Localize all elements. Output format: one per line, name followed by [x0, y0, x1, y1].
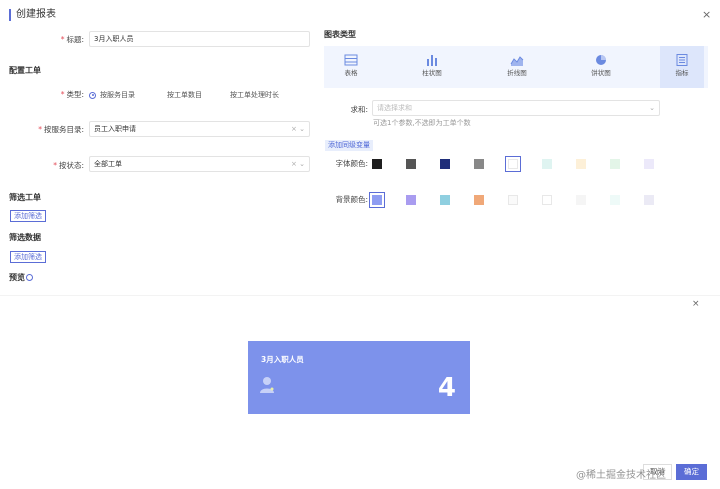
clear-chevron-icon[interactable]: × ⌄ — [291, 157, 305, 171]
filter-data-section-title: 筛选数据 — [9, 233, 41, 242]
font-color-swatch[interactable] — [610, 159, 620, 169]
clear-chevron-icon[interactable]: × ⌄ — [291, 122, 305, 136]
radio-icon[interactable] — [156, 92, 163, 99]
status-label: * 按状态: — [53, 161, 84, 170]
chevron-down-icon[interactable]: ⌄ — [649, 101, 655, 115]
font-color-swatch[interactable] — [372, 159, 382, 169]
bg-color-swatch[interactable] — [644, 195, 654, 205]
sum-hint: 可选1个参数,不选即为工单个数 — [373, 119, 471, 127]
divider — [0, 295, 720, 296]
font-color-swatch[interactable] — [576, 159, 586, 169]
chart-type-metric[interactable]: 指标 — [660, 46, 704, 88]
chart-type-line[interactable]: 折线图 — [494, 46, 540, 77]
status-select[interactable]: 全部工单 × ⌄ — [89, 156, 310, 172]
metric-card-value: 4 — [437, 373, 456, 403]
chart-type-section-title: 图表类型 — [324, 30, 356, 39]
dialog-title: 创建报表 — [16, 9, 56, 20]
chart-type-pie[interactable]: 饼状图 — [578, 46, 624, 77]
add-filter-button-2[interactable]: 添加筛选 — [10, 251, 46, 263]
radio-icon[interactable] — [89, 91, 96, 99]
bg-color-swatch[interactable] — [440, 195, 450, 205]
title-label: * 标题: — [60, 35, 84, 44]
font-color-swatch[interactable] — [474, 159, 484, 169]
preview-label: 预览 — [9, 273, 33, 283]
bg-color-swatch[interactable] — [369, 192, 385, 208]
bg-color-swatch[interactable] — [508, 195, 518, 205]
font-color-swatches — [372, 156, 672, 172]
user-icon — [260, 377, 274, 393]
pie-chart-icon — [596, 55, 606, 65]
font-color-swatch[interactable] — [440, 159, 450, 169]
bg-color-swatch[interactable] — [474, 195, 484, 205]
type-option-catalog[interactable]: 按服务目录 — [89, 90, 135, 100]
metric-card-title: 3月入职人员 — [261, 355, 304, 364]
font-color-swatch[interactable] — [406, 159, 416, 169]
radio-icon[interactable] — [219, 92, 226, 99]
bg-color-swatch[interactable] — [542, 195, 552, 205]
font-color-swatch[interactable] — [505, 156, 521, 172]
add-filter-button[interactable]: 添加筛选 — [10, 210, 46, 222]
help-icon[interactable] — [26, 274, 33, 281]
add-variable-button[interactable]: 添加同级变量 — [325, 140, 373, 151]
font-color-label: 字体颜色: — [335, 159, 368, 168]
line-chart-icon — [510, 56, 524, 66]
metric-icon — [676, 54, 688, 66]
type-option-count[interactable]: 按工单数目 — [156, 90, 202, 100]
header-accent-bar — [9, 9, 11, 21]
font-color-swatch[interactable] — [644, 159, 654, 169]
bar-chart-icon — [427, 55, 437, 66]
chart-type-bar: 表格 柱状图 折线图 饼状图 指标 — [324, 46, 708, 88]
watermark: @稀土掘金技术社区 — [576, 470, 666, 481]
title-input[interactable]: 3月入职人员 — [89, 31, 310, 47]
font-color-swatch[interactable] — [542, 159, 552, 169]
bg-color-swatch[interactable] — [576, 195, 586, 205]
sum-select[interactable]: 请选择求和 ⌄ — [372, 100, 660, 116]
config-section-title: 配置工单 — [9, 66, 41, 75]
catalog-label: * 按服务目录: — [38, 125, 84, 134]
type-option-duration[interactable]: 按工单处理时长 — [219, 90, 279, 100]
bg-color-swatch[interactable] — [406, 195, 416, 205]
chart-type-bar-chart[interactable]: 柱状图 — [409, 46, 455, 77]
close-icon[interactable]: × — [702, 9, 711, 21]
bg-color-swatch[interactable] — [610, 195, 620, 205]
type-label: * 类型: — [60, 90, 84, 99]
confirm-button[interactable]: 确定 — [676, 464, 707, 480]
metric-card: 3月入职人员 4 — [248, 341, 470, 414]
catalog-select[interactable]: 员工入职申请 × ⌄ — [89, 121, 310, 137]
sum-label: 求和: — [350, 105, 368, 114]
filter-ticket-section-title: 筛选工单 — [9, 193, 41, 202]
chart-type-table[interactable]: 表格 — [328, 46, 374, 77]
bg-color-swatches — [369, 192, 672, 208]
preview-close-icon[interactable]: × — [692, 298, 700, 310]
table-icon — [344, 54, 358, 66]
bg-color-label: 背景颜色: — [335, 195, 368, 204]
